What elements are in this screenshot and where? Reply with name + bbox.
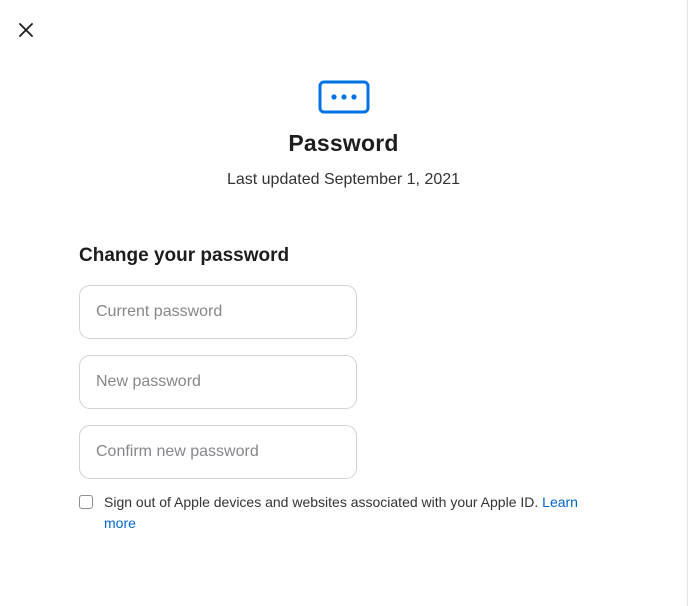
page-title: Password xyxy=(288,130,399,156)
current-password-field xyxy=(79,285,357,339)
new-password-input[interactable] xyxy=(80,356,356,408)
new-password-field xyxy=(79,355,357,409)
section-title: Change your password xyxy=(79,245,290,266)
last-updated-text: Last updated September 1, 2021 xyxy=(226,171,461,188)
dialog-header: Password Last updated September 1, 2021 xyxy=(0,80,687,189)
close-button[interactable] xyxy=(14,18,38,42)
confirm-password-field xyxy=(79,425,357,479)
password-dots-icon xyxy=(318,80,369,114)
signout-option: Sign out of Apple devices and websites a… xyxy=(79,492,619,534)
signout-checkbox[interactable] xyxy=(79,495,93,509)
signout-label: Sign out of Apple devices and websites a… xyxy=(104,492,604,534)
password-dialog: Password Last updated September 1, 2021 … xyxy=(0,0,688,606)
signout-label-text: Sign out of Apple devices and websites a… xyxy=(104,494,539,510)
change-password-section: Change your password Sign out of Apple d… xyxy=(79,243,619,534)
close-icon xyxy=(19,23,33,37)
current-password-input[interactable] xyxy=(80,286,356,338)
confirm-password-input[interactable] xyxy=(80,426,356,478)
